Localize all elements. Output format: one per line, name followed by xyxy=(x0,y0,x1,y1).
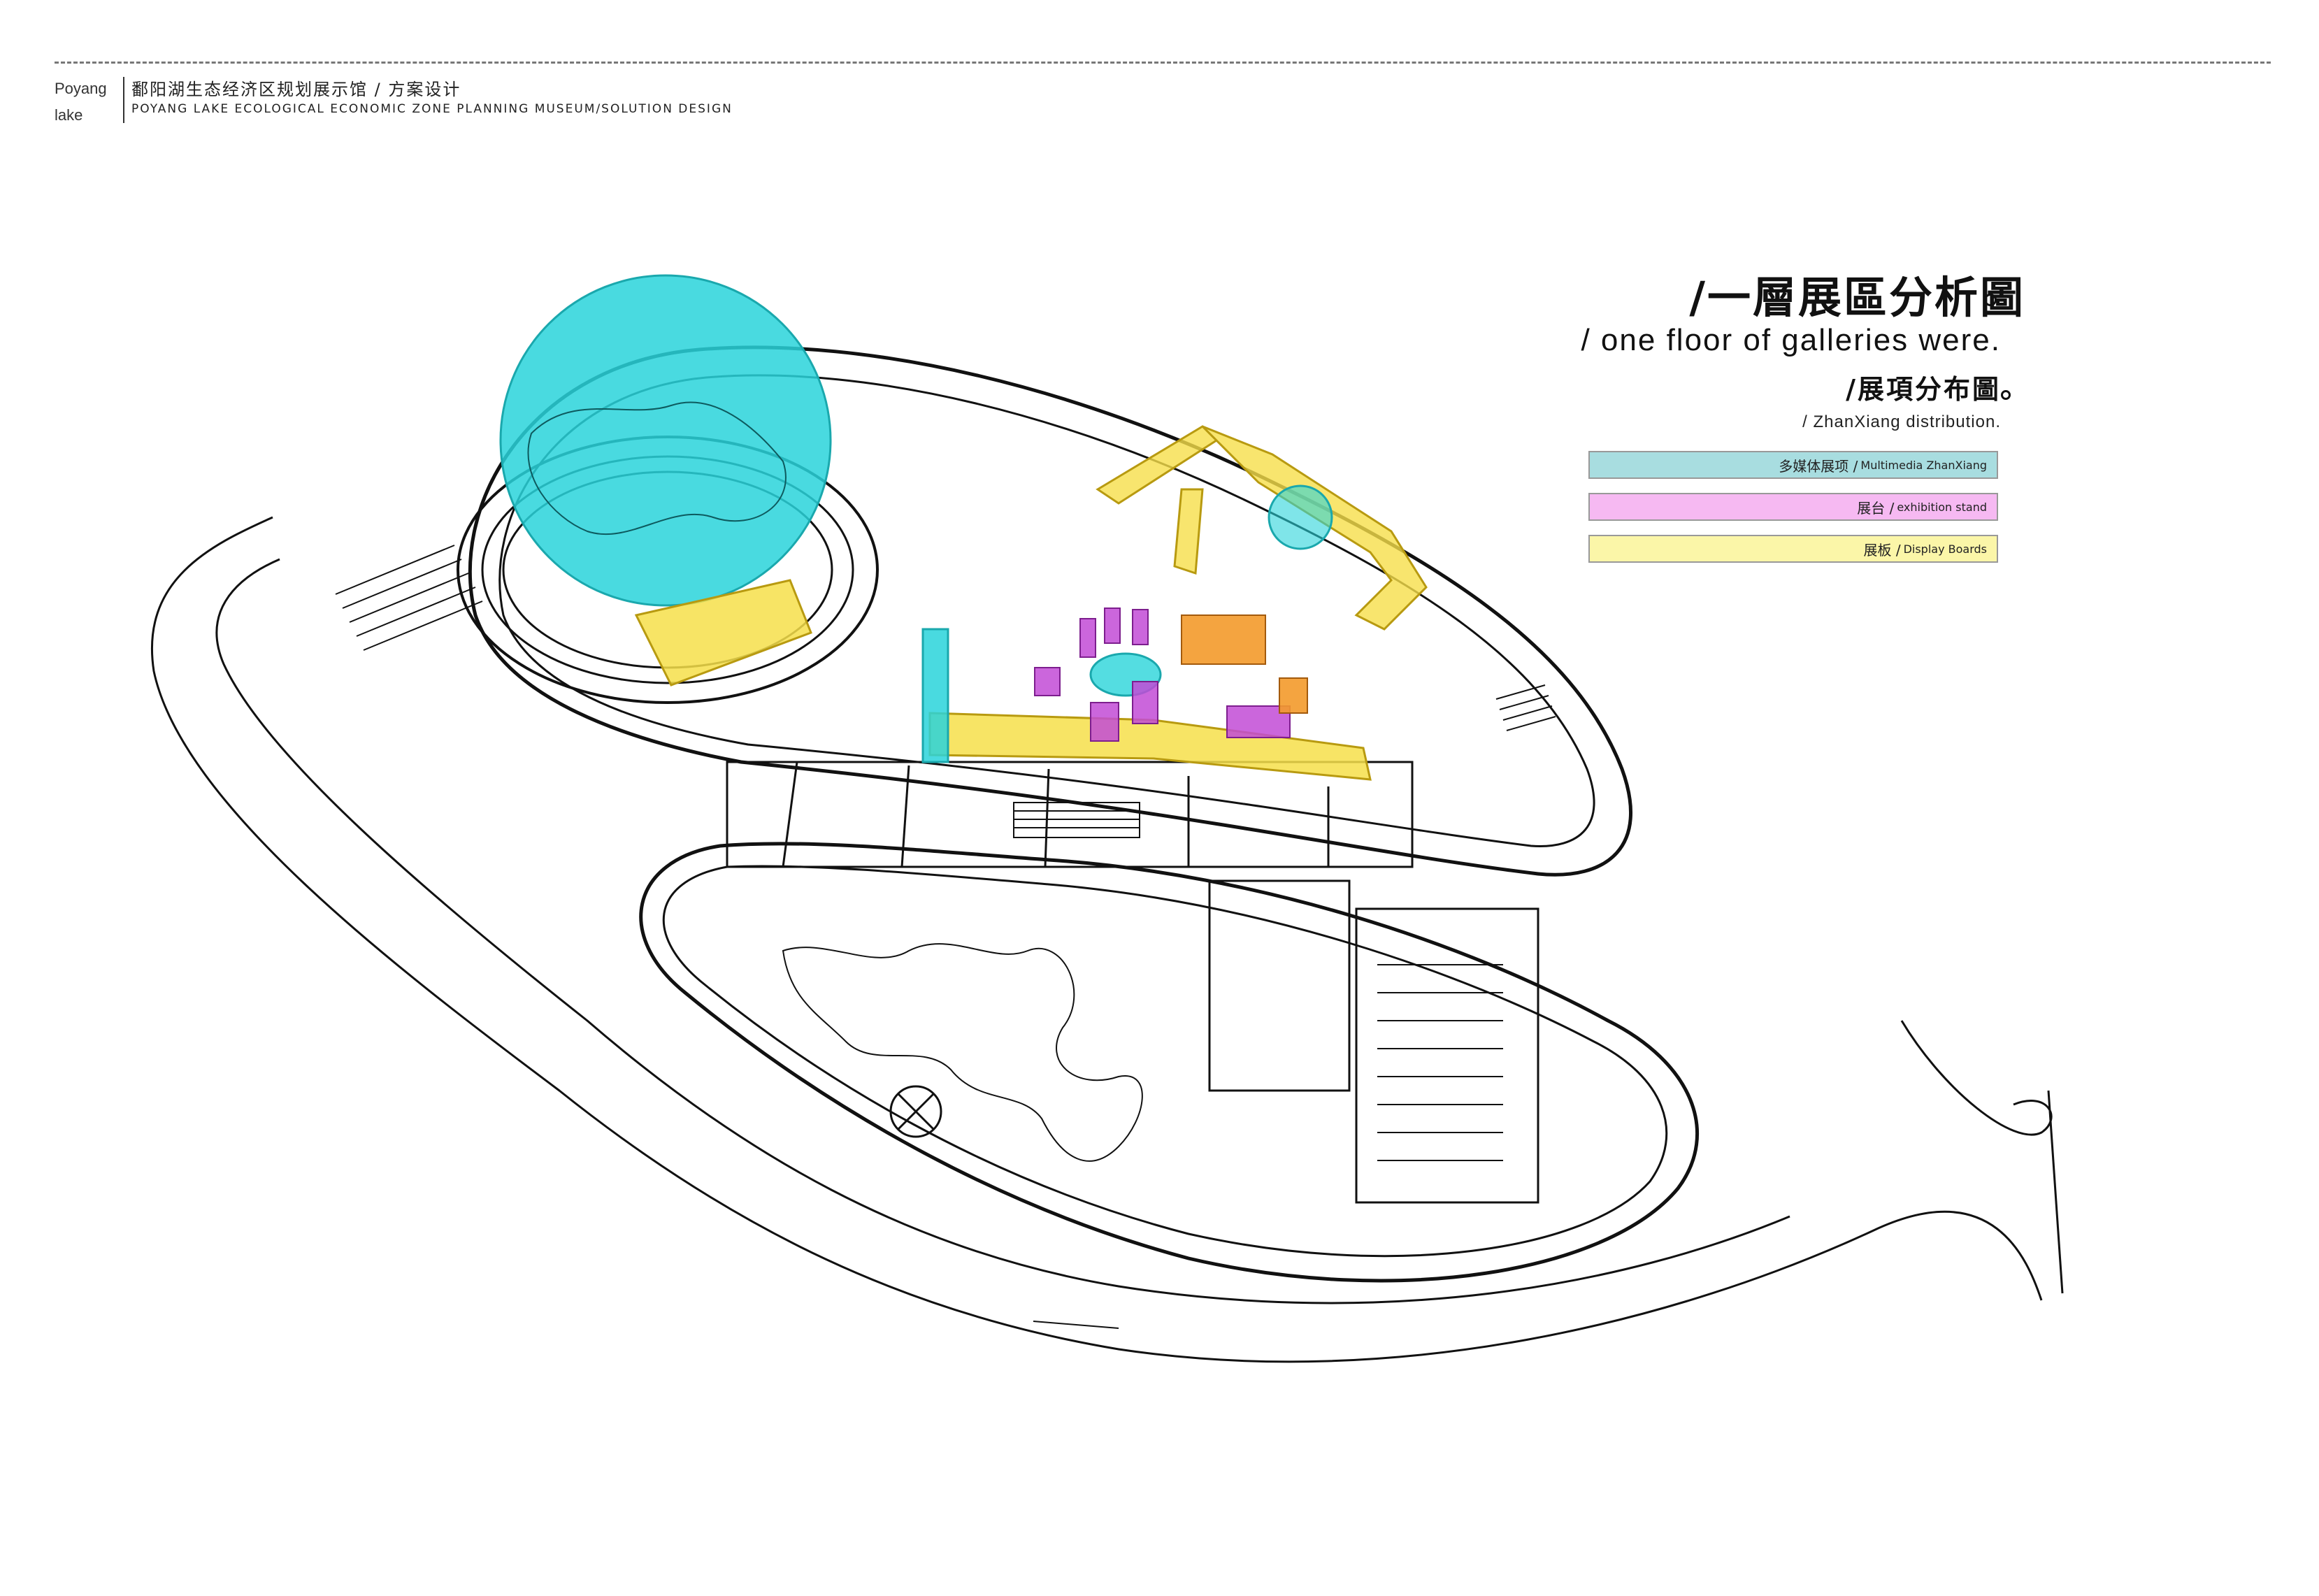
east-driveway xyxy=(1900,1020,2053,1136)
lower-building-inner xyxy=(662,865,1668,1258)
floor-plan-drawing xyxy=(151,274,2064,1363)
legend-item-multimedia: 多媒体展项 / Multimedia ZhanXiang xyxy=(1588,451,1998,479)
plan-heading-en: / one floor of galleries were. xyxy=(1581,323,2001,357)
cyan-wall-panel xyxy=(921,628,949,763)
plan-heading-cn: /一層展區分析圖 xyxy=(1689,272,2025,323)
legend-label-cn: 展台 / xyxy=(1857,499,1895,517)
auditorium-seats xyxy=(1377,964,1503,1161)
legend-item-boards: 展板 / Display Boards xyxy=(1588,535,1998,563)
orange-exhibition-stands xyxy=(1181,614,1308,714)
multimedia-globe xyxy=(499,274,832,607)
legend: 多媒体展项 / Multimedia ZhanXiang 展台 / exhibi… xyxy=(1588,451,1998,577)
access-road-outer xyxy=(151,516,2043,1363)
legend-item-stand: 展台 / exhibition stand xyxy=(1588,493,1998,521)
legend-label-en: Display Boards xyxy=(1903,542,1987,556)
legend-label-en: Multimedia ZhanXiang xyxy=(1860,458,1987,472)
subheading-dot-icon xyxy=(2001,390,2011,400)
legend-label-en: exhibition stand xyxy=(1897,500,1987,514)
plan-subheading-en: / ZhanXiang distribution. xyxy=(1802,412,2001,431)
heading-dot-icon xyxy=(1984,294,1997,306)
lake-map-outline xyxy=(782,943,1143,1162)
east-stairs xyxy=(1495,684,1556,731)
legend-label-cn: 多媒体展项 / xyxy=(1779,457,1858,475)
plan-subheading-cn: /展項分布圖 xyxy=(1846,373,2001,405)
legend-label-cn: 展板 / xyxy=(1863,541,1901,559)
entrance-stairs xyxy=(335,545,483,651)
north-multimedia-cylinder xyxy=(1268,484,1333,550)
